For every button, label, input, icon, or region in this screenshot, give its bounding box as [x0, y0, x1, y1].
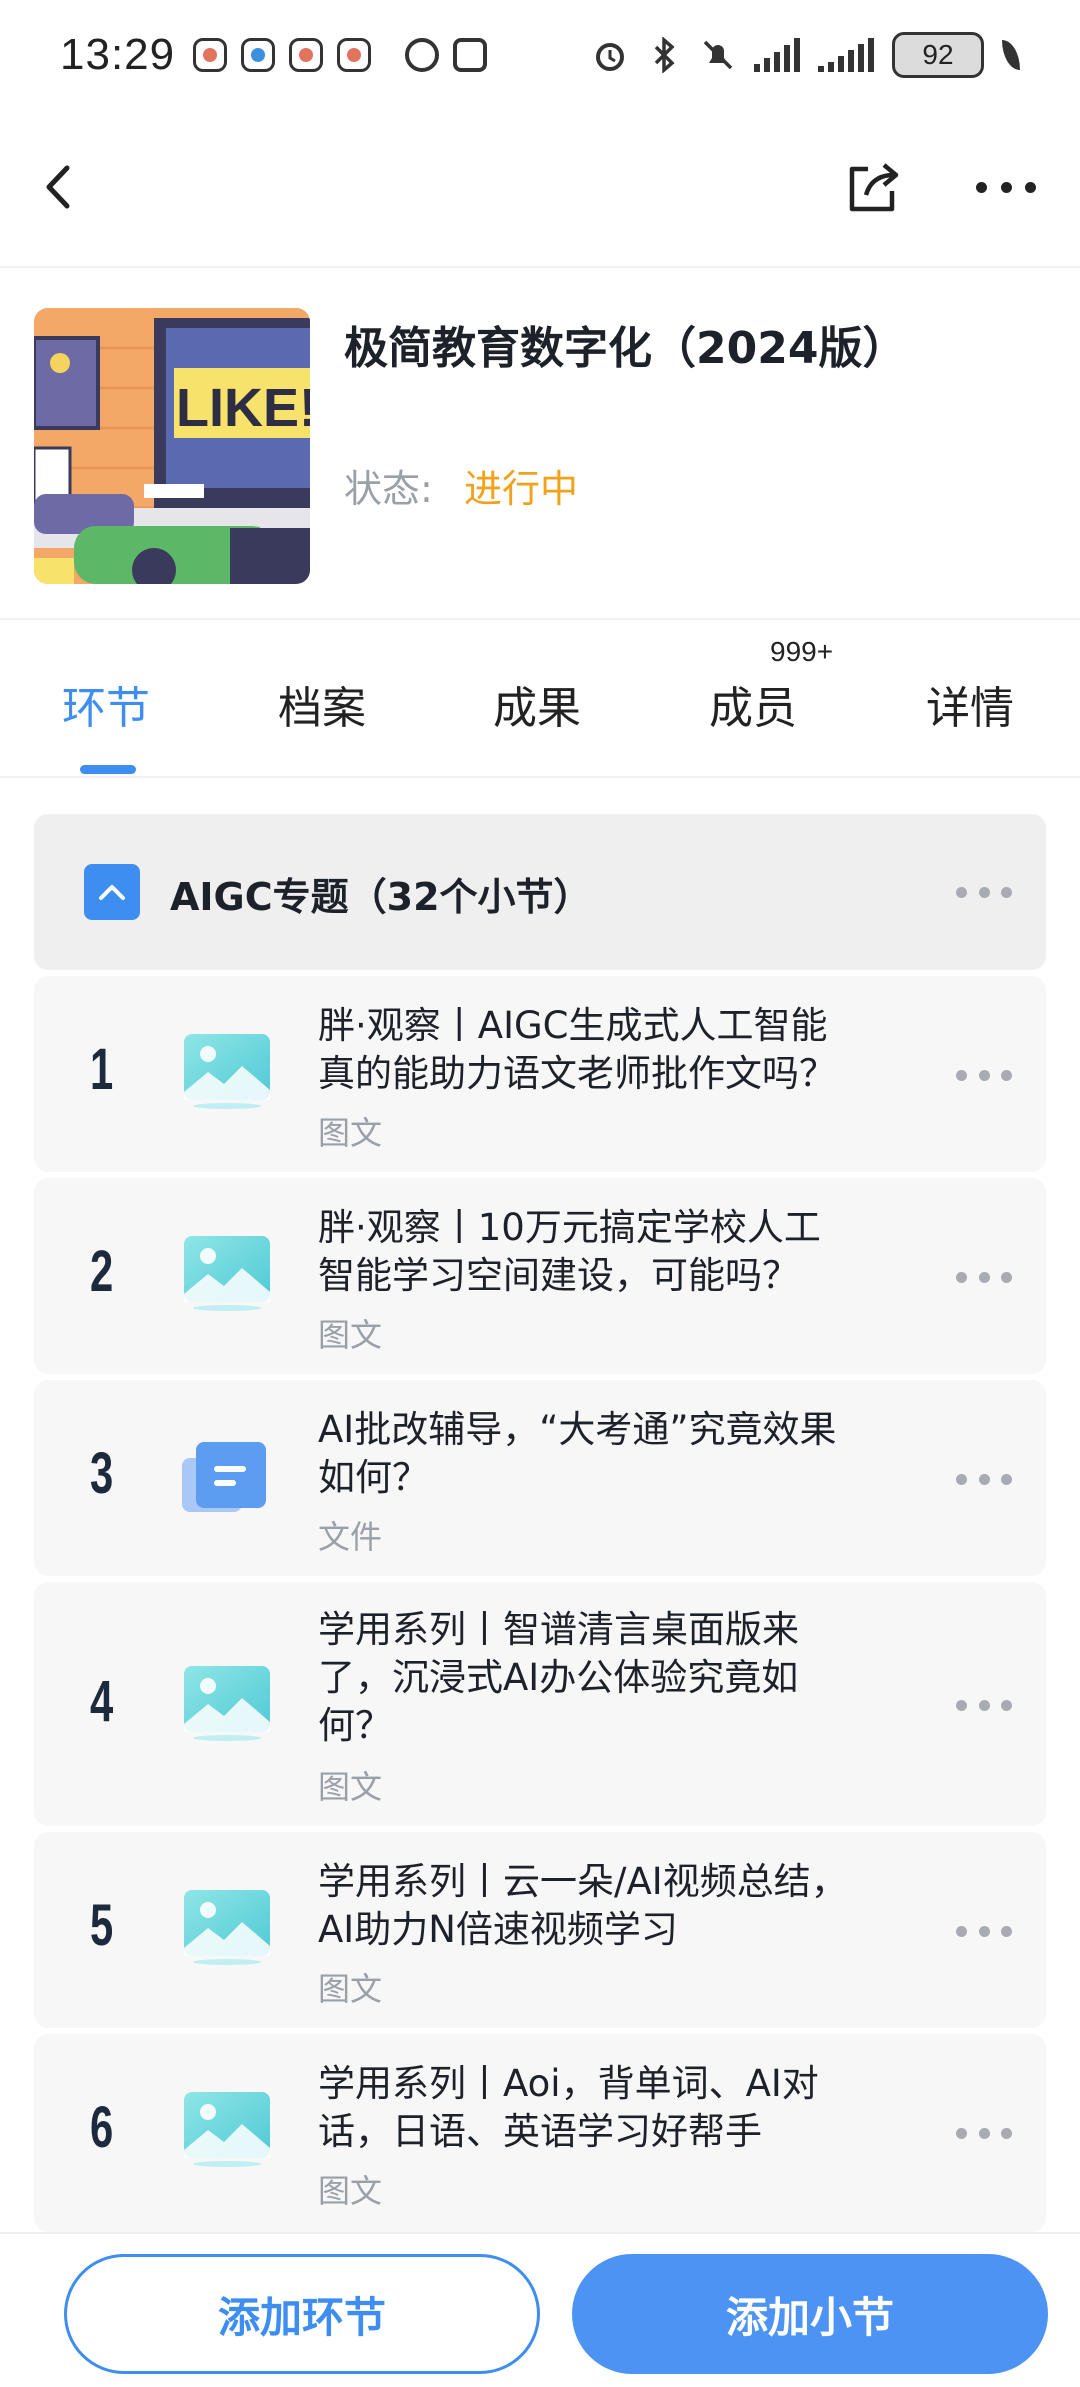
tab-details[interactable]: 详情: [926, 672, 1014, 736]
status-label: 状态:: [344, 467, 433, 511]
system-icons: [405, 38, 488, 72]
item-title: 学用系列丨云一朵/AI视频总结， AI助力N倍速视频学习: [318, 1860, 848, 1951]
item-type: 文件: [318, 1518, 383, 1556]
dot: [1025, 181, 1036, 193]
course-header: LIKE! 极简教育数字化（2024版） 状态: 进行中: [0, 268, 1080, 620]
image-icon: [184, 1666, 270, 1741]
tab-members[interactable]: 成员: [709, 672, 797, 736]
nav-bar: [0, 110, 1080, 268]
back-button[interactable]: [26, 155, 90, 219]
tab-results[interactable]: 成果: [493, 672, 581, 736]
list-item[interactable]: 6 学用系列丨Aoi，背单词、AI对 话，日语、英语学习好帮手 图文: [34, 2034, 1046, 2232]
item-title: 胖·观察丨10万元搞定学校人工 智能学习空间建设，可能吗？: [318, 1206, 821, 1297]
app-notification-icon: [241, 38, 276, 72]
bottom-action-bar: 添加环节 添加小节: [0, 2232, 1080, 2387]
cover-illustration: LIKE!: [34, 308, 310, 584]
item-type: 图文: [318, 1768, 383, 1806]
back-arrow-icon: [46, 165, 70, 209]
alarm-icon: [596, 43, 624, 71]
app-notification-icon: [337, 38, 372, 72]
image-icon: [184, 1890, 270, 1965]
course-title: 极简教育数字化（2024版）: [344, 323, 907, 374]
section-more-button[interactable]: [956, 885, 1012, 899]
tab-bar: 环节 档案 成果 成员 999+ 详情: [0, 622, 1080, 778]
dot: [1000, 181, 1012, 193]
item-more-button[interactable]: [956, 1472, 1012, 1486]
nfc-icon: [453, 38, 488, 72]
item-number: 5: [90, 1893, 114, 1958]
item-more-button[interactable]: [956, 1270, 1012, 1284]
section-title: AIGC专题（32个小节）: [170, 875, 592, 919]
bluetooth-icon: [654, 37, 675, 73]
item-number: 4: [90, 1669, 114, 1734]
tab-archive[interactable]: 档案: [278, 672, 366, 736]
status-bar: 13:29 92: [0, 0, 1080, 110]
item-more-button[interactable]: [956, 1924, 1012, 1938]
file-icon: [182, 1442, 266, 1512]
item-title: 胖·观察丨AIGC生成式人工智能 真的能助力语文老师批作文吗？: [318, 1004, 836, 1095]
item-type: 图文: [318, 1316, 383, 1354]
app-notification-icon: [289, 38, 324, 72]
image-icon: [184, 1034, 270, 1109]
add-segment-button[interactable]: 添加环节: [64, 2254, 540, 2374]
share-button[interactable]: [840, 155, 904, 219]
data-saver-icon: [405, 38, 440, 72]
collapse-button[interactable]: [84, 864, 140, 920]
tab-segments[interactable]: 环节: [62, 672, 150, 736]
app-notification-icon: [193, 38, 228, 72]
chevron-up-icon: [99, 885, 125, 900]
mute-icon: [703, 40, 733, 70]
status-right: 92: [592, 32, 1020, 78]
active-tab-indicator: [80, 765, 136, 774]
more-options-button[interactable]: [970, 155, 1042, 219]
add-section-button[interactable]: 添加小节: [572, 2254, 1048, 2374]
status-value: 进行中: [464, 467, 579, 511]
item-title: AI批改辅导，“大考通”究竟效果 如何？: [318, 1408, 837, 1499]
share-icon: [849, 163, 899, 212]
item-more-button[interactable]: [956, 2126, 1012, 2140]
status-time: 13:29: [60, 30, 176, 79]
section-header[interactable]: AIGC专题（32个小节）: [34, 814, 1046, 970]
list-item[interactable]: 5 学用系列丨云一朵/AI视频总结， AI助力N倍速视频学习 图文: [34, 1832, 1046, 2028]
cover-logo-text: LIKE!: [176, 378, 310, 438]
image-icon: [184, 1236, 270, 1311]
dot: [976, 181, 987, 193]
image-icon: [184, 2092, 270, 2167]
item-more-button[interactable]: [956, 1068, 1012, 1082]
power-saving-icon: [1002, 40, 1020, 70]
item-number: 6: [90, 2095, 114, 2160]
item-type: 图文: [318, 1970, 383, 2008]
signal-icon: [754, 38, 800, 72]
item-number: 3: [90, 1441, 114, 1506]
members-count-badge: 999+: [770, 636, 834, 667]
item-title: 学用系列丨Aoi，背单词、AI对 话，日语、英语学习好帮手: [318, 2062, 819, 2153]
item-number: 1: [90, 1037, 114, 1102]
battery-indicator: 92: [892, 32, 984, 78]
list-item[interactable]: 3 AI批改辅导，“大考通”究竟效果 如何？ 文件: [34, 1380, 1046, 1576]
item-type: 图文: [318, 1114, 383, 1152]
item-type: 图文: [318, 2172, 383, 2210]
item-title: 学用系列丨智谱清言桌面版来 了，沉浸式AI办公体验究竟如 何？: [318, 1608, 799, 1747]
list-item[interactable]: 2 胖·观察丨10万元搞定学校人工 智能学习空间建设，可能吗？ 图文: [34, 1178, 1046, 1374]
list-item[interactable]: 1 胖·观察丨AIGC生成式人工智能 真的能助力语文老师批作文吗？ 图文: [34, 976, 1046, 1172]
list-item[interactable]: 4 学用系列丨智谱清言桌面版来 了，沉浸式AI办公体验究竟如 何？ 图文: [34, 1582, 1046, 1826]
item-more-button[interactable]: [956, 1698, 1012, 1712]
signal-icon: [818, 38, 874, 72]
course-cover-image[interactable]: LIKE!: [34, 308, 310, 584]
notification-icons: [193, 38, 372, 72]
item-number: 2: [90, 1239, 114, 1304]
